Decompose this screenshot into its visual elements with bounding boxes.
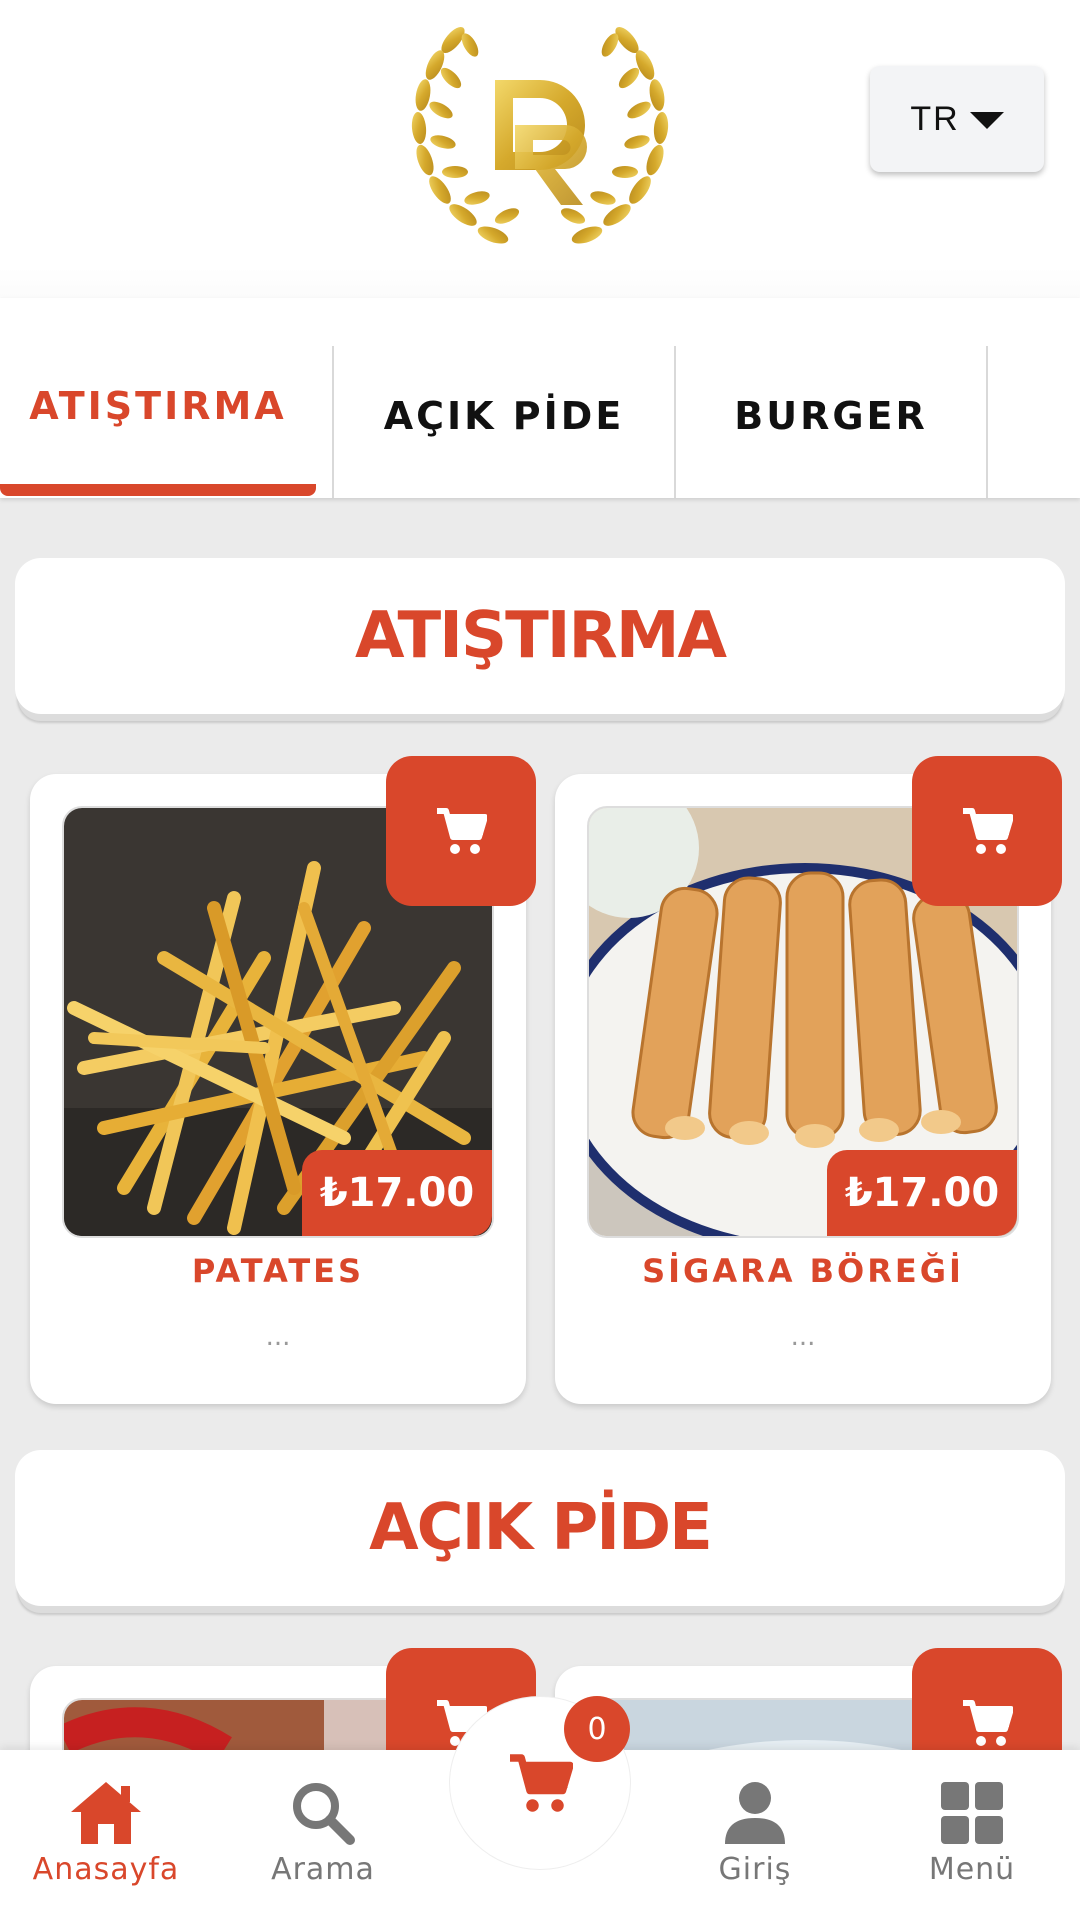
cart-icon [963, 808, 1013, 854]
tab-atistirma[interactable]: ATIŞTIRMA [0, 346, 316, 496]
language-selector[interactable]: TR [870, 66, 1044, 172]
tab-next[interactable] [988, 346, 1080, 496]
tab-burger[interactable]: BURGER [676, 346, 986, 496]
tab-label: AÇIK PİDE [383, 394, 625, 438]
grid-icon [941, 1782, 1003, 1844]
add-to-cart-button[interactable] [912, 756, 1062, 906]
language-label: TR [910, 99, 960, 138]
nav-label: Anasayfa [32, 1852, 180, 1887]
nav-label: Giriş [718, 1852, 792, 1887]
product-description: ... [265, 1322, 291, 1352]
product-name: PATATES [191, 1252, 365, 1290]
price-badge: ₺17.00 [827, 1150, 1017, 1236]
section-header: AÇIK PİDE [15, 1450, 1065, 1606]
product-description: ... [790, 1322, 816, 1352]
nav-label: Menü [928, 1852, 1016, 1887]
nav-search[interactable]: Arama [223, 1780, 423, 1910]
cart-count-badge: 0 [564, 1696, 630, 1762]
cart-icon [963, 1700, 1013, 1746]
user-icon [725, 1782, 785, 1844]
add-to-cart-button[interactable] [386, 756, 536, 906]
price-label: ₺17.00 [844, 1170, 1000, 1216]
nav-home[interactable]: Anasayfa [6, 1780, 206, 1910]
search-icon [293, 1783, 355, 1845]
caret-down-icon [969, 111, 1004, 129]
tab-label: ATIŞTIRMA [29, 384, 287, 428]
section-title: ATIŞTIRMA [354, 599, 727, 673]
section-header: ATIŞTIRMA [15, 558, 1065, 714]
nav-login[interactable]: Giriş [655, 1780, 855, 1910]
price-badge: ₺17.00 [302, 1150, 492, 1236]
category-tabs: ATIŞTIRMA AÇIK PİDE BURGER [0, 298, 1080, 498]
section-title: AÇIK PİDE [369, 1491, 713, 1565]
header-divider [0, 268, 1080, 298]
nav-menu[interactable]: Menü [872, 1780, 1072, 1910]
home-icon [71, 1782, 141, 1844]
tab-acik-pide[interactable]: AÇIK PİDE [334, 346, 674, 496]
tab-label: BURGER [734, 394, 928, 438]
price-label: ₺17.00 [319, 1170, 475, 1216]
nav-label: Arama [271, 1852, 375, 1887]
product-name: SİGARA BÖREĞİ [642, 1252, 964, 1290]
cart-icon [437, 808, 487, 854]
restaurant-logo[interactable] [395, 10, 685, 265]
active-tab-indicator [0, 484, 316, 496]
cart-icon [510, 1754, 573, 1812]
header: TR [0, 0, 1080, 268]
